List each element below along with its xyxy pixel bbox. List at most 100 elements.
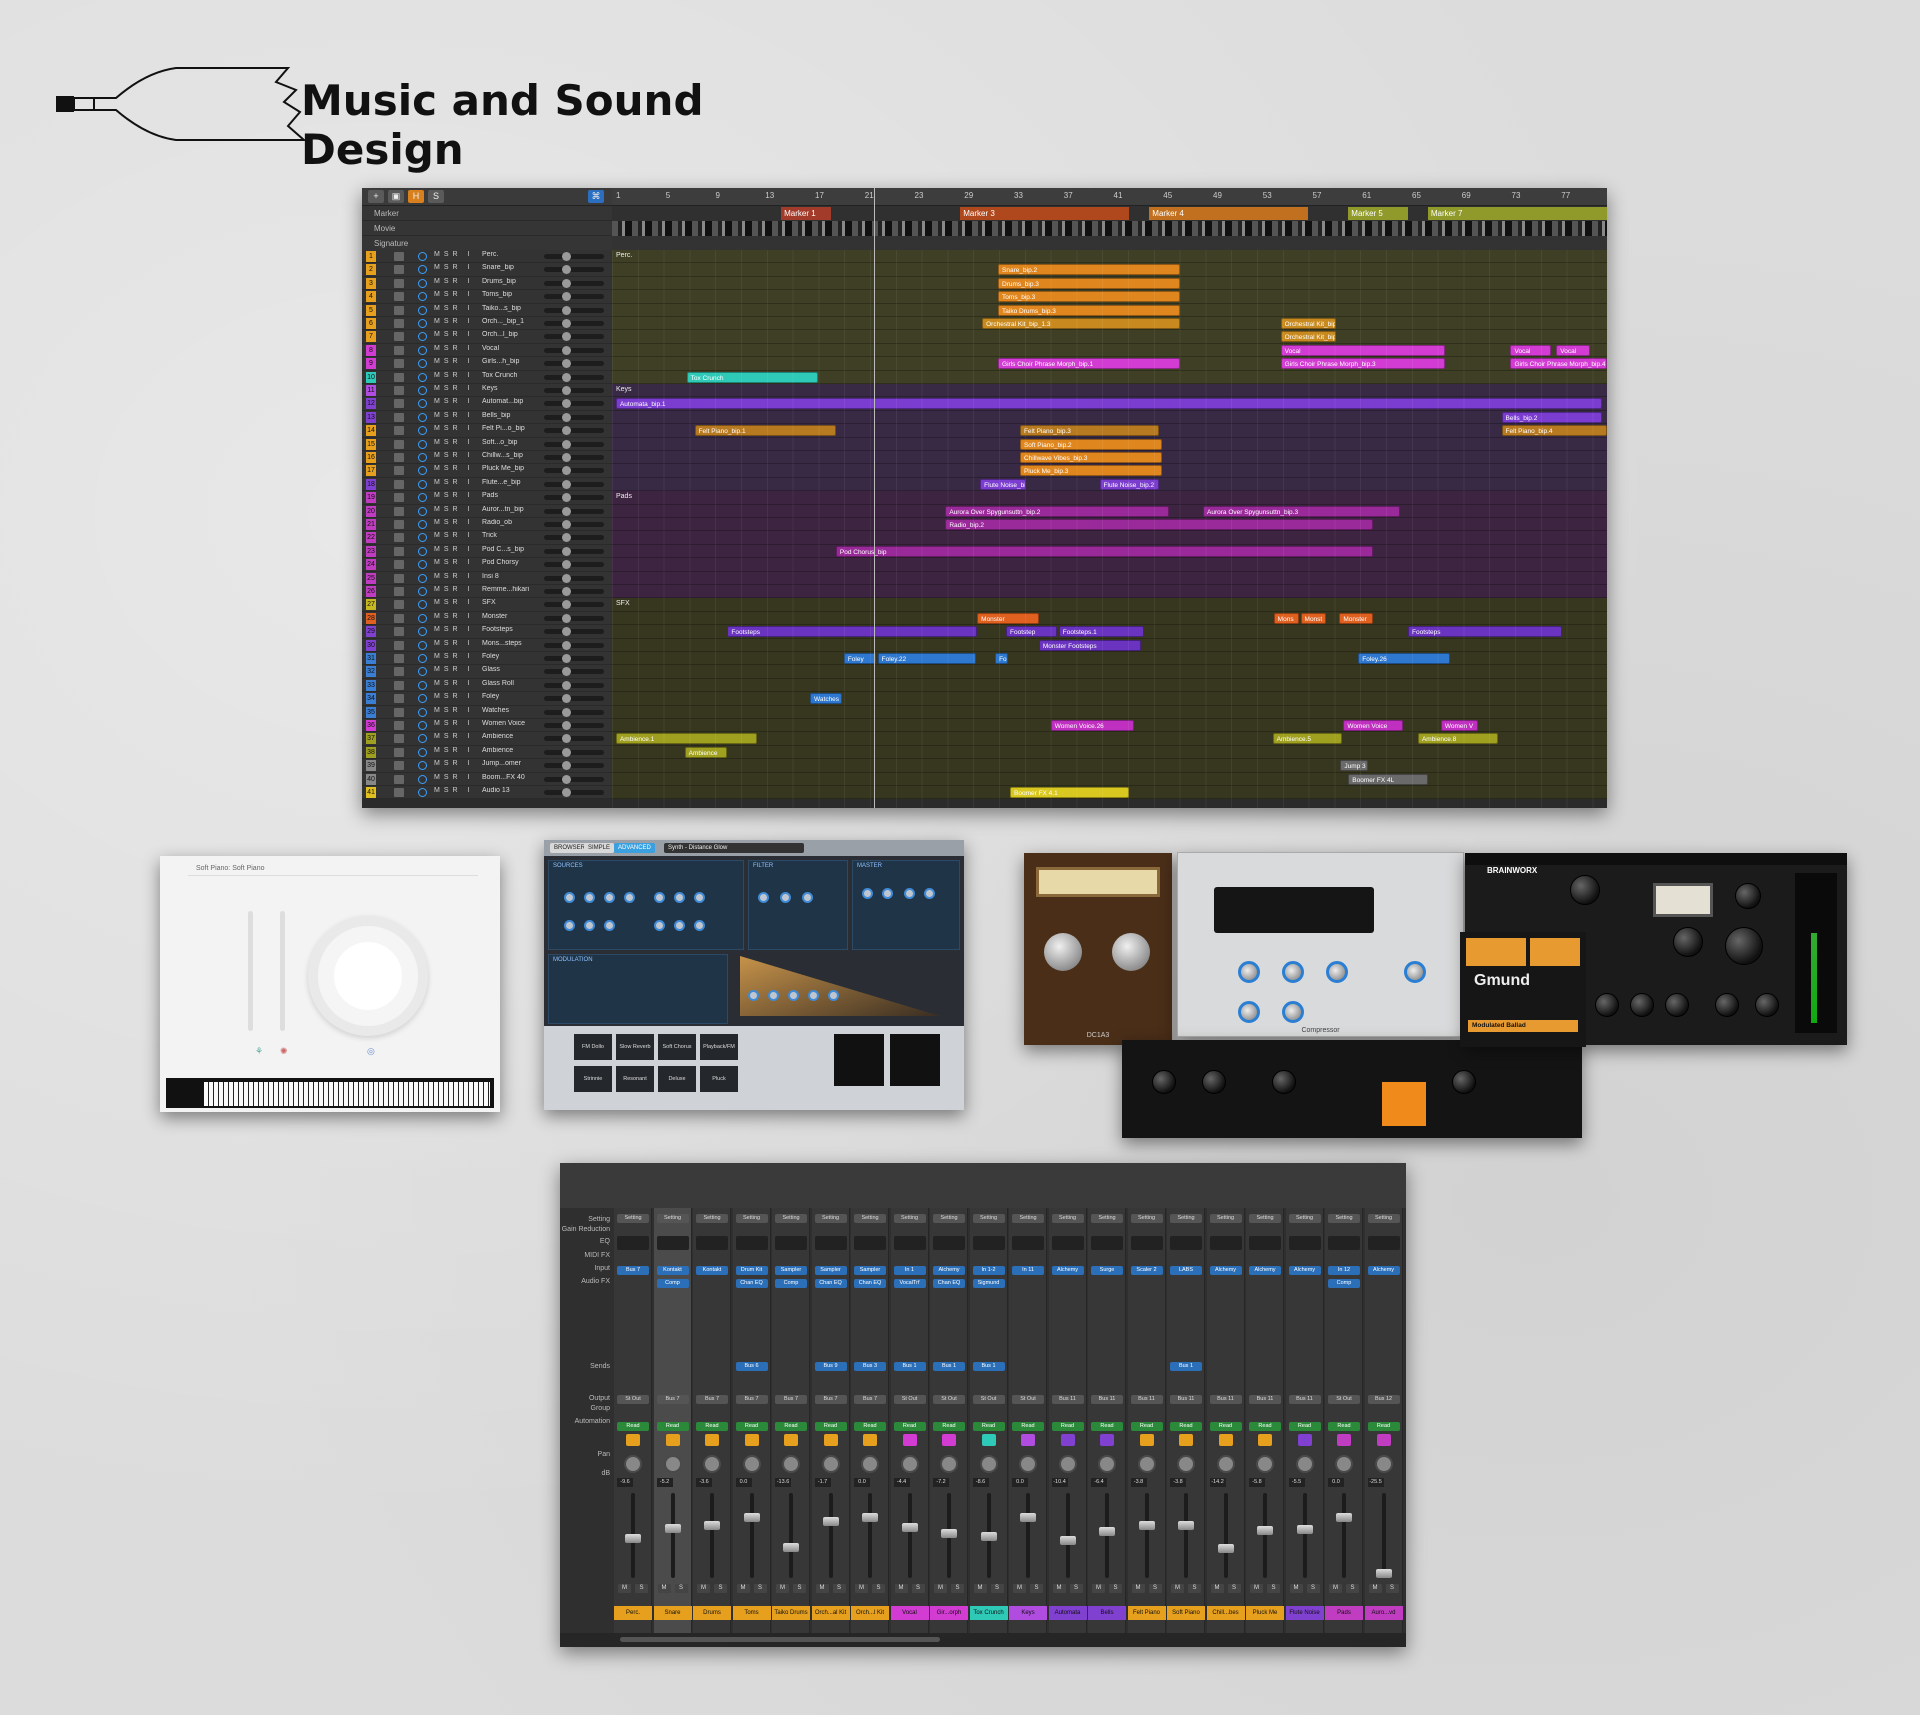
track-header[interactable]: 12 MSR I Automat...bip: [362, 397, 612, 411]
region[interactable]: Women V: [1440, 720, 1478, 731]
power-icon[interactable]: [418, 680, 427, 690]
volume-fader[interactable]: [828, 1493, 833, 1578]
power-icon[interactable]: [418, 721, 427, 730]
volume-fader[interactable]: [749, 1493, 754, 1578]
region[interactable]: Radio_bip.2: [945, 519, 1374, 530]
fader-cap[interactable]: [980, 1531, 997, 1541]
mute-solo-record-buttons[interactable]: MSR I: [434, 452, 473, 459]
track-volume-slider[interactable]: [544, 453, 604, 462]
synth-knob[interactable]: [808, 990, 819, 1001]
track-volume-slider[interactable]: [544, 600, 604, 610]
track-header[interactable]: 14 MSR I Felt Pi...o_bip: [362, 424, 612, 438]
synth-knob[interactable]: [564, 920, 575, 931]
global-track-signature[interactable]: Signature: [362, 236, 612, 251]
channel-strip[interactable]: Setting Drum Kit Chan EQ Bus 6 Bus 7 Read 0.0 M…: [732, 1208, 771, 1633]
track-volume-slider[interactable]: [544, 399, 604, 409]
region[interactable]: Felt Piano_bip.3: [1019, 425, 1160, 437]
track-lane[interactable]: [612, 585, 1607, 599]
synth-knob[interactable]: [862, 888, 873, 899]
eq-thumbnail[interactable]: [972, 1236, 1005, 1250]
volume-fader[interactable]: [1342, 1493, 1346, 1578]
track-header[interactable]: 38 MSR I Ambience: [362, 745, 612, 760]
automation-mode[interactable]: Read: [1170, 1422, 1202, 1431]
synth-knob[interactable]: [882, 888, 893, 899]
output-slot[interactable]: Bus 11: [1170, 1395, 1202, 1404]
main-knob[interactable]: [308, 916, 428, 1036]
fader-cap[interactable]: [862, 1513, 878, 1522]
eq-thumbnail[interactable]: [617, 1236, 649, 1250]
release-knob[interactable]: [1282, 1001, 1304, 1023]
solo-button[interactable]: S: [911, 1584, 925, 1593]
solo-button[interactable]: S: [951, 1584, 964, 1593]
channel-strip[interactable]: Setting Alchemy Bus 11 Read -5.5 M S Flute Nois…: [1285, 1208, 1324, 1633]
power-icon[interactable]: [418, 305, 427, 315]
region[interactable]: Monster: [1339, 612, 1374, 624]
setting-button[interactable]: Setting: [1209, 1214, 1242, 1223]
solo-button[interactable]: S: [428, 190, 444, 203]
setting-button[interactable]: Setting: [893, 1214, 926, 1223]
mute-solo-record-buttons[interactable]: MSR I: [434, 492, 473, 499]
marker-lane[interactable]: Marker 1 Marker 3 Marker 4 Marker 5 Marker 7: [612, 206, 1607, 221]
mute-solo-record-buttons[interactable]: MSR I: [434, 506, 473, 513]
delay-knob-4[interactable]: [1452, 1070, 1476, 1094]
mute-solo-record-buttons[interactable]: MSR I: [434, 264, 473, 271]
perform-tile[interactable]: Pluck: [700, 1066, 738, 1092]
track-lane[interactable]: [612, 759, 1607, 773]
power-icon[interactable]: [418, 479, 427, 489]
synth-knob[interactable]: [828, 990, 839, 1001]
volume-fader[interactable]: [1026, 1493, 1030, 1578]
track-volume-slider[interactable]: [544, 533, 604, 543]
preset-name[interactable]: Modulated Ballad: [1468, 1020, 1578, 1032]
pan-knob[interactable]: [742, 1455, 761, 1473]
region[interactable]: Vocal: [1280, 344, 1445, 356]
pan-knob[interactable]: [1177, 1455, 1195, 1473]
power-icon[interactable]: [418, 426, 427, 436]
mute-solo-record-buttons[interactable]: MSR I: [434, 653, 473, 660]
track-lane[interactable]: [612, 491, 1607, 505]
delay-knob-1[interactable]: [1152, 1070, 1176, 1094]
track-volume-slider[interactable]: [544, 680, 604, 690]
track-lane[interactable]: [612, 384, 1607, 398]
mute-button[interactable]: M: [1289, 1584, 1303, 1593]
presence-knob[interactable]: [1665, 993, 1689, 1017]
audio-fx-slot[interactable]: Chan EQ: [814, 1279, 847, 1288]
track-volume-slider[interactable]: [544, 278, 604, 288]
bass-knob[interactable]: [1715, 993, 1739, 1017]
marker[interactable]: Marker 1: [781, 207, 831, 220]
mute-button[interactable]: M: [1368, 1584, 1382, 1593]
hide-button[interactable]: H: [408, 190, 424, 203]
track-lane[interactable]: [612, 571, 1607, 585]
global-track-marker[interactable]: Marker: [362, 206, 612, 221]
track-header[interactable]: 35 MSR I Watches: [362, 705, 612, 719]
solo-button[interactable]: S: [1030, 1584, 1043, 1593]
eq-thumbnail[interactable]: [1249, 1236, 1281, 1250]
input-knob[interactable]: [1673, 927, 1703, 957]
track-header[interactable]: 2 MSR I Snare_bip: [362, 263, 612, 277]
output-slot[interactable]: Bus 11: [1288, 1395, 1321, 1404]
output-slot[interactable]: Bus 11: [1209, 1395, 1242, 1404]
track-header[interactable]: 21 MSR I Radio_ob: [362, 518, 612, 532]
solo-button[interactable]: S: [1109, 1584, 1122, 1593]
pan-knob[interactable]: [821, 1455, 840, 1473]
send-slot[interactable]: Bus 3: [854, 1362, 886, 1371]
track-header[interactable]: 33 MSR I Glass Roll: [362, 678, 612, 693]
volume-fader[interactable]: [710, 1493, 714, 1578]
mute-solo-record-buttons[interactable]: MSR I: [434, 358, 473, 365]
marker[interactable]: Marker 7: [1427, 207, 1607, 220]
track-lanes[interactable]: Perc. Keys Pads SFX Snare_bip.2 Drums_bip.3 To…: [612, 250, 1607, 808]
track-volume-slider[interactable]: [544, 493, 604, 503]
tube-knob[interactable]: [1595, 993, 1619, 1017]
add-track-button[interactable]: +: [368, 190, 384, 203]
volume-fader[interactable]: [1302, 1493, 1307, 1578]
region[interactable]: Foley: [843, 653, 876, 664]
track-volume-slider[interactable]: [544, 546, 604, 556]
mute-solo-record-buttons[interactable]: MSR I: [434, 278, 473, 285]
track-header[interactable]: 37 MSR I Ambience: [362, 732, 612, 746]
track-volume-slider[interactable]: [544, 774, 604, 784]
mute-button[interactable]: M: [1250, 1584, 1263, 1593]
fader-cap[interactable]: [1375, 1569, 1392, 1578]
region[interactable]: Bells_bip.2: [1501, 411, 1602, 423]
input-slot[interactable]: Alchemy: [1249, 1266, 1281, 1275]
solo-button[interactable]: S: [674, 1584, 688, 1593]
solo-button[interactable]: S: [714, 1584, 727, 1593]
